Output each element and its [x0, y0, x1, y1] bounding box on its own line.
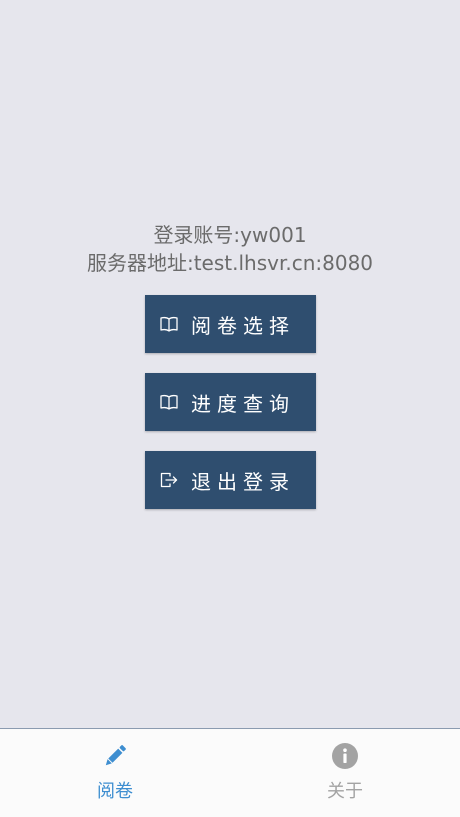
select-papers-label: 阅卷选择 [191, 313, 295, 338]
book-icon [159, 314, 179, 334]
bottom-tab-bar: 阅卷 关于 [0, 728, 460, 817]
logout-button[interactable]: 退出登录 [145, 451, 316, 509]
logout-label: 退出登录 [191, 469, 295, 494]
main-content: 登录账号:yw001 服务器地址:test.lhsvr.cn:8080 阅卷选择… [0, 0, 460, 728]
server-address-label: 服务器地址:test.lhsvr.cn:8080 [86, 251, 374, 275]
progress-query-label: 进度查询 [191, 391, 295, 416]
progress-query-button[interactable]: 进度查询 [145, 373, 316, 431]
tab-about[interactable]: 关于 [230, 729, 460, 817]
logout-icon [159, 470, 179, 490]
tab-grading-label: 阅卷 [97, 781, 133, 802]
info-icon [330, 741, 360, 771]
book-icon [159, 392, 179, 412]
tab-about-label: 关于 [327, 781, 363, 802]
pencil-icon [100, 741, 130, 771]
tab-grading[interactable]: 阅卷 [0, 729, 230, 817]
select-papers-button[interactable]: 阅卷选择 [145, 295, 316, 353]
account-label: 登录账号:yw001 [153, 223, 307, 247]
